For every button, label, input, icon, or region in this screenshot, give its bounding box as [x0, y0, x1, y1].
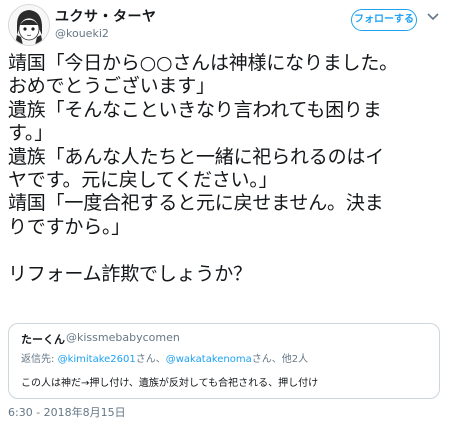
- quoted-tweet[interactable]: たーくん @kissmebabycomen 返信先: @kimitake2601…: [8, 323, 440, 399]
- tweet-header: ユクサ・ターヤ @koueki2 フォローする: [0, 0, 450, 50]
- display-name[interactable]: ユクサ・ターヤ: [55, 6, 157, 26]
- quoted-handle: @kissmebabycomen: [66, 331, 180, 344]
- tweet-line: 靖国「一度合祀すると元に戻せません。決ま: [8, 192, 384, 215]
- tweet-line: ヤです。元に戻してください。」: [8, 169, 278, 192]
- quoted-text: この人は神だ→押し付け、遺族が反対しても合祀される、押し付け: [21, 378, 319, 389]
- tweet-line: 靖国「今日から○○さんは神様になりました。: [8, 52, 398, 74]
- reply-prefix: 返信先:: [21, 354, 58, 365]
- quoted-display-name: たーくん: [21, 333, 65, 346]
- tweet-line: りですから。」: [8, 215, 131, 238]
- tweet-line: す。」: [8, 122, 54, 145]
- tweet-text: 靖国「今日から○○さんは神様になりました。 おめでとうございます」 遺族「そんなこと…: [8, 52, 448, 286]
- user-handle[interactable]: @koueki2: [55, 27, 109, 40]
- tweet-line: リフォーム詐欺でしょうか？: [8, 262, 252, 285]
- quoted-reply-to: 返信先: @kimitake2601さん、@wakatakenomaさん、他2人: [21, 350, 308, 365]
- tweet-timestamp[interactable]: 6:30 - 2018年8月15日: [8, 404, 126, 420]
- reply-suffix: さん、他2人: [251, 354, 309, 365]
- tweet-line: [8, 239, 448, 262]
- reply-user-link[interactable]: @kimitake2601: [58, 354, 136, 365]
- tweet-line: 遺族「そんなこといきなり言われても困りま: [8, 98, 382, 121]
- reply-user-link[interactable]: @wakatakenoma: [166, 354, 252, 365]
- avatar[interactable]: [8, 4, 50, 46]
- avatar-illustration-icon: [9, 5, 49, 45]
- tweet-line: おめでとうございます」: [8, 75, 215, 98]
- chevron-down-icon[interactable]: [426, 12, 440, 22]
- reply-separator: さん、: [135, 354, 166, 365]
- tweet-line: 遺族「あんな人たちと一緒に祀られるのはイ: [8, 145, 385, 168]
- follow-button[interactable]: フォローする: [351, 9, 417, 31]
